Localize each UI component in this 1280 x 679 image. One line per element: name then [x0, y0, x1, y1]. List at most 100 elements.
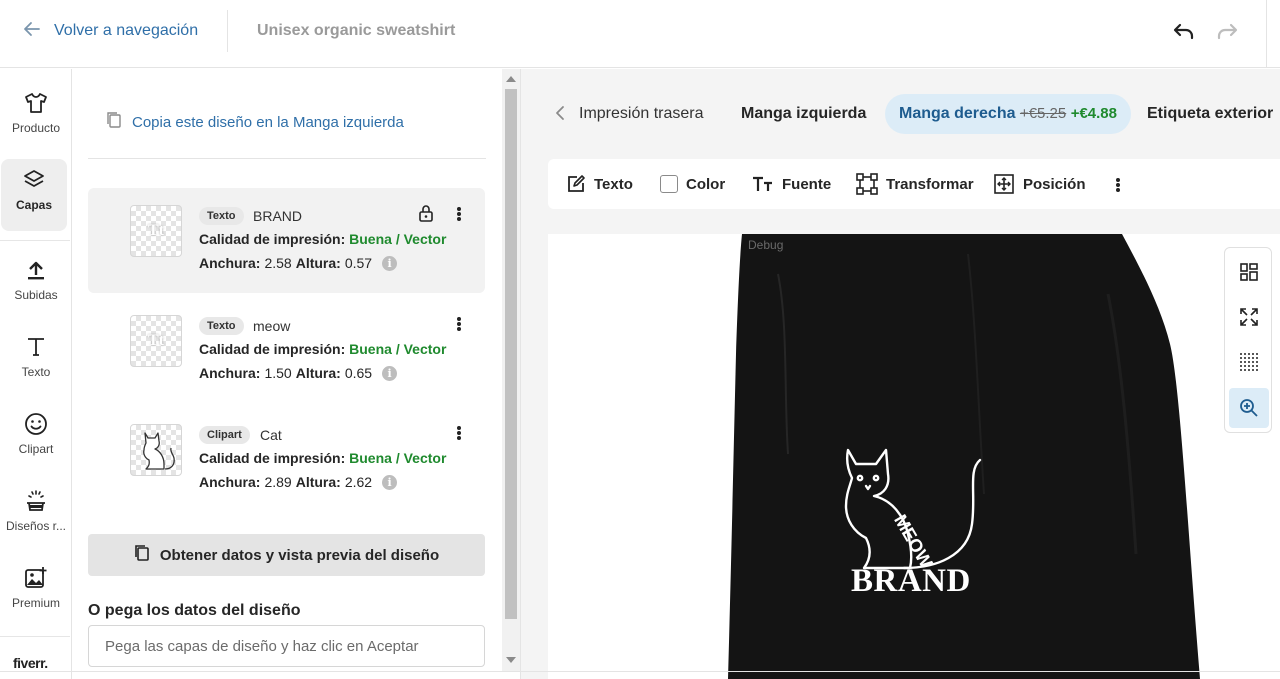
- old-price: +€5.25: [1019, 105, 1067, 122]
- get-design-data-label: Obtener datos y vista previa del diseño: [159, 546, 440, 564]
- info-icon[interactable]: i: [382, 255, 398, 271]
- info-icon[interactable]: i: [382, 474, 398, 490]
- sidebar-item-capas[interactable]: Capas: [1, 159, 67, 231]
- print-quality-value: Buena / Vector: [349, 450, 447, 466]
- debug-label: Debug: [748, 238, 784, 252]
- info-icon[interactable]: i: [382, 365, 398, 381]
- font-tool-button[interactable]: Fuente: [752, 159, 831, 209]
- top-bar: Volver a navegación Unisex organic sweat…: [0, 0, 1280, 68]
- print-quality: Calidad de impresión: Buena / Vector: [199, 450, 447, 466]
- product-title: Unisex organic sweatshirt: [257, 22, 456, 39]
- design-area: Impresión trasera Manga izquierda Manga …: [520, 69, 1280, 679]
- fiverr-logo: fiverr.: [13, 655, 48, 671]
- sidebar-item-label: Capas: [15, 198, 53, 212]
- print-quality: Calidad de impresión: Buena / Vector: [199, 341, 447, 357]
- tool-label: Fuente: [782, 175, 832, 193]
- back-to-navigation-link[interactable]: Volver a navegación: [22, 18, 198, 44]
- print-quality-value: Buena / Vector: [349, 341, 447, 357]
- sidebar-item-disenos[interactable]: Diseños r...: [0, 480, 72, 552]
- sidebar-item-producto[interactable]: Producto: [0, 82, 72, 154]
- brand-design-text[interactable]: BRAND: [851, 563, 971, 600]
- layer-item-brand[interactable]: Tt Texto BRAND Calidad de impresión: Bue…: [88, 188, 485, 293]
- layer-name: meow: [253, 318, 291, 334]
- more-options-button[interactable]: [1113, 175, 1123, 195]
- chevron-left-icon[interactable]: [553, 103, 567, 123]
- tab-manga-izquierda[interactable]: Manga izquierda: [741, 94, 866, 134]
- tool-label: Transformar: [886, 175, 974, 193]
- print-quality-value: Buena / Vector: [349, 231, 447, 247]
- undo-icon: [1173, 23, 1194, 40]
- layer-thumbnail: [130, 424, 182, 476]
- color-swatch-icon: [660, 175, 678, 193]
- tool-sidebar: Producto Capas Subidas Texto Clipart Dis…: [0, 69, 72, 679]
- tool-label: Posición: [1023, 175, 1086, 193]
- layer-type-tag: Texto: [199, 207, 244, 225]
- sidebar-item-label: Premium: [11, 596, 60, 610]
- new-price: +€4.88: [1070, 105, 1117, 122]
- layer-menu-button[interactable]: [454, 314, 464, 334]
- copy-design-label: Copia este diseño en la Manga izquierda: [132, 113, 404, 131]
- panel-scrollbar[interactable]: [502, 69, 520, 672]
- layer-dimensions: Anchura: 2.58 Altura: 0.57 i: [199, 255, 398, 271]
- text-layer-icon: Tt: [148, 332, 164, 349]
- redo-button[interactable]: [1213, 18, 1243, 46]
- position-tool-button[interactable]: Posición: [993, 159, 1086, 209]
- arrow-left-icon: [22, 19, 42, 44]
- image-plus-icon: [23, 565, 49, 591]
- scroll-up-arrow-icon[interactable]: [506, 76, 516, 82]
- text-layer-icon: Tt: [148, 222, 164, 239]
- sidebar-item-premium[interactable]: Premium: [0, 557, 72, 629]
- position-icon: [994, 174, 1014, 194]
- divider: [88, 158, 486, 159]
- sweatshirt-sleeve-image: MEOW: [728, 234, 1200, 679]
- zoom-in-icon[interactable]: [1229, 388, 1269, 428]
- undo-button[interactable]: [1168, 18, 1198, 46]
- divider: [227, 10, 228, 52]
- tab-impresion-trasera[interactable]: Impresión trasera: [579, 94, 704, 134]
- edit-text-icon: [568, 175, 585, 192]
- get-design-data-button[interactable]: Obtener datos y vista previa del diseño: [88, 534, 485, 576]
- scroll-down-arrow-icon[interactable]: [506, 657, 516, 663]
- layer-menu-button[interactable]: [454, 423, 464, 443]
- layer-type-tag: Texto: [199, 317, 244, 335]
- layer-thumbnail: Tt: [130, 205, 182, 257]
- layers-panel: Copia este diseño en la Manga izquierda …: [72, 69, 502, 679]
- sidebar-divider: [0, 636, 70, 637]
- copy-design-link[interactable]: Copia este diseño en la Manga izquierda: [106, 111, 404, 133]
- lock-icon[interactable]: [418, 204, 434, 222]
- view-tools: [1224, 247, 1272, 433]
- tab-etiqueta-exterior[interactable]: Etiqueta exterior: [1147, 94, 1273, 134]
- expand-icon[interactable]: [1229, 297, 1269, 337]
- sidebar-item-label: Producto: [11, 121, 61, 135]
- color-tool-button[interactable]: Color: [660, 159, 725, 209]
- sidebar-item-texto[interactable]: Texto: [0, 326, 72, 398]
- print-area-tabs: Impresión trasera Manga izquierda Manga …: [521, 91, 1280, 135]
- dotted-grid-icon[interactable]: [1229, 342, 1269, 382]
- paste-design-heading: O pega los datos del diseño: [88, 602, 301, 619]
- layer-menu-button[interactable]: [454, 204, 464, 224]
- tshirt-icon: [23, 90, 49, 116]
- layer-name: Cat: [260, 427, 282, 443]
- tool-label: Color: [686, 175, 726, 193]
- copy-icon: [106, 111, 122, 133]
- scrollbar-thumb[interactable]: [505, 89, 517, 619]
- paste-design-input[interactable]: [88, 625, 485, 667]
- layer-name: BRAND: [253, 208, 303, 224]
- design-canvas[interactable]: MEOW Debug BRAND: [548, 234, 1280, 679]
- text-tool-button[interactable]: Texto: [566, 159, 633, 209]
- smiley-icon: [23, 411, 49, 437]
- layer-dimensions: Anchura: 2.89 Altura: 2.62 i: [199, 474, 398, 490]
- grid-view-icon[interactable]: [1229, 252, 1269, 292]
- layer-thumbnail: Tt: [130, 315, 182, 367]
- sidebar-item-subidas[interactable]: Subidas: [0, 249, 72, 321]
- tab-manga-derecha[interactable]: Manga derecha +€5.25 +€4.88: [885, 94, 1131, 134]
- font-icon: [753, 176, 772, 191]
- layer-item-cat[interactable]: Clipart Cat Calidad de impresión: Buena …: [88, 407, 485, 512]
- upload-icon: [23, 257, 49, 283]
- layer-item-meow[interactable]: Tt Texto meow Calidad de impresión: Buen…: [88, 298, 485, 403]
- tab-label: Manga derecha: [899, 105, 1016, 122]
- sidebar-item-label: Clipart: [18, 442, 54, 456]
- layers-icon: [21, 167, 47, 193]
- sidebar-item-clipart[interactable]: Clipart: [0, 403, 72, 475]
- transform-tool-button[interactable]: Transformar: [856, 159, 974, 209]
